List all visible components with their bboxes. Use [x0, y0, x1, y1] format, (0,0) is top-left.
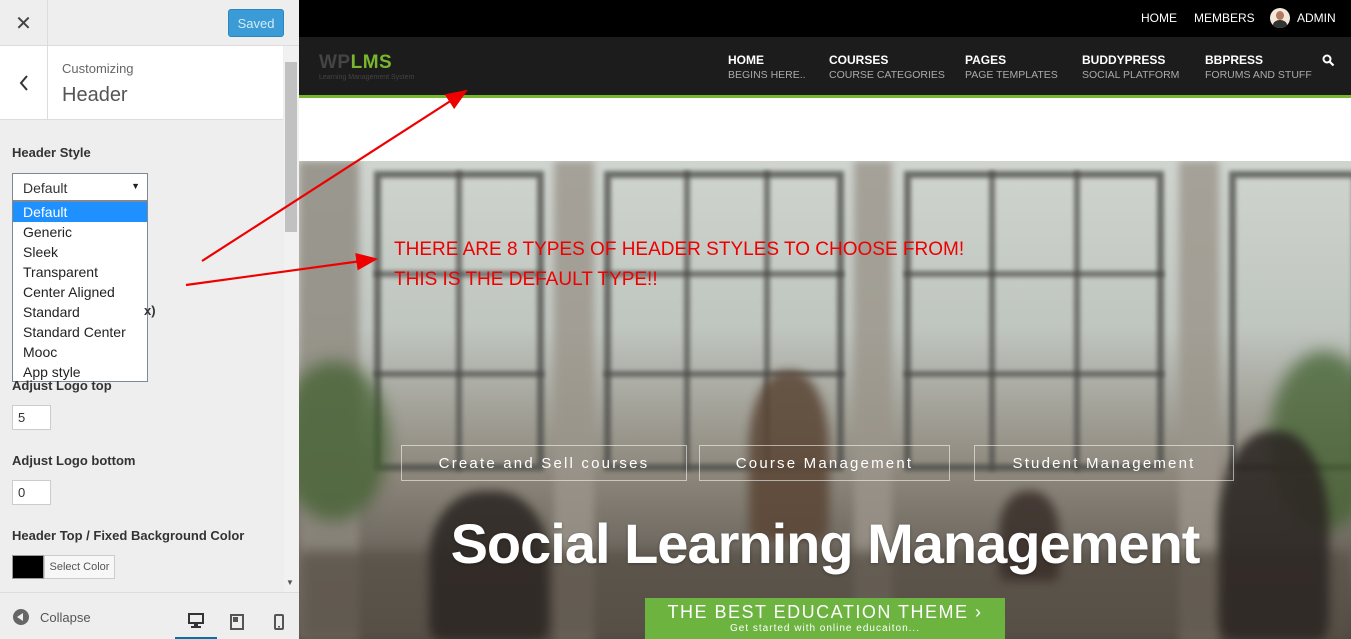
close-customizer-button[interactable]: ✕ — [0, 0, 48, 46]
tablet-preview-button[interactable] — [216, 603, 258, 639]
mobile-icon — [274, 613, 284, 630]
window-transom — [904, 371, 1164, 377]
logo-lms: LMS — [350, 52, 393, 73]
header-style-option[interactable]: Mooc — [13, 342, 147, 362]
site-logo[interactable]: WPLMS — [319, 52, 392, 74]
header-spacer — [299, 101, 1351, 161]
site-topbar: HOME MEMBERS ADMIN — [299, 0, 1351, 37]
nav-sub-label: FORUMS AND STUFF — [1205, 69, 1312, 81]
hero-section: Create and Sell courses Course Managemen… — [299, 161, 1351, 639]
back-button[interactable] — [0, 46, 48, 120]
section-header: Customizing Header — [0, 46, 283, 120]
nav-main-label: BUDDYPRESS — [1082, 53, 1166, 67]
header-style-option[interactable]: Standard Center — [13, 322, 147, 342]
customizer-sidebar: ✕ Saved Customizing Header ▼ Header Styl… — [0, 0, 299, 639]
header-style-option[interactable]: Standard — [13, 302, 147, 322]
header-style-option[interactable]: Center Aligned — [13, 282, 147, 302]
hero-feature-pill[interactable]: Student Management — [974, 445, 1234, 481]
sidebar-footer: Collapse — [0, 592, 299, 639]
logo-bottom-input[interactable]: 0 — [12, 480, 51, 505]
nav-sub-label: PAGE TEMPLATES — [965, 69, 1058, 81]
logo-top-label: Adjust Logo top — [12, 378, 112, 393]
cta-button[interactable]: THE BEST EDUCATION THEME › Get started w… — [645, 598, 1005, 639]
topbar-admin-link[interactable]: ADMIN — [1297, 11, 1336, 25]
header-style-select[interactable]: Default ▼ — [12, 173, 148, 201]
header-style-option[interactable]: Generic — [13, 222, 147, 242]
window-mullion — [456, 171, 462, 471]
window-mullion — [684, 171, 690, 471]
desktop-preview-button[interactable] — [175, 603, 217, 639]
annotation-line: THIS IS THE DEFAULT TYPE!! — [394, 269, 658, 290]
customizing-label: Customizing — [62, 61, 134, 76]
mobile-preview-button[interactable] — [258, 603, 300, 639]
nav-sub-label: BEGINS HERE.. — [728, 69, 806, 81]
collapse-label[interactable]: Collapse — [40, 610, 91, 625]
hero-feature-pill[interactable]: Course Management — [699, 445, 950, 481]
window-mullion — [989, 171, 995, 471]
nav-item-buddypress[interactable]: BUDDYPRESS SOCIAL PLATFORM — [1082, 53, 1179, 81]
tablet-icon — [230, 613, 244, 630]
main-navigation: WPLMS Learning Management System HOME BE… — [299, 37, 1351, 98]
search-icon[interactable] — [1322, 54, 1335, 67]
topbar-members-link[interactable]: MEMBERS — [1194, 11, 1255, 25]
background-window — [904, 171, 1164, 471]
header-style-option[interactable]: Default — [13, 202, 147, 222]
scrollbar-thumb[interactable] — [285, 62, 297, 232]
sidebar-topbar: ✕ Saved — [0, 0, 299, 46]
nav-main-label: HOME — [728, 53, 764, 67]
nav-sub-label: SOCIAL PLATFORM — [1082, 69, 1180, 81]
header-style-option[interactable]: Sleek — [13, 242, 147, 262]
nav-main-label: BBPRESS — [1205, 53, 1264, 67]
header-style-label: Header Style — [12, 145, 91, 160]
bg-color-label: Header Top / Fixed Background Color — [12, 528, 245, 543]
site-preview: HOME MEMBERS ADMIN WPLMS Learning Manage… — [299, 0, 1351, 639]
topbar-home-link[interactable]: HOME — [1141, 11, 1177, 25]
header-style-value: Default — [23, 180, 68, 196]
saved-button[interactable]: Saved — [228, 9, 284, 37]
annotation-line: THERE ARE 8 TYPES OF HEADER STYLES TO CH… — [394, 239, 965, 260]
window-mullion — [1074, 171, 1080, 471]
nav-item-bbpress[interactable]: BBPRESS FORUMS AND STUFF — [1205, 53, 1312, 81]
logo-tagline: Learning Management System — [319, 74, 415, 81]
hero-title: Social Learning Management — [450, 512, 1201, 575]
window-transom — [374, 371, 544, 377]
window-transom — [604, 371, 844, 377]
color-swatch[interactable] — [12, 555, 44, 579]
chevron-left-icon — [19, 75, 28, 91]
desktop-icon — [188, 612, 204, 628]
header-style-option[interactable]: Transparent — [13, 262, 147, 282]
annotation-text: THERE ARE 8 TYPES OF HEADER STYLES TO CH… — [394, 235, 964, 295]
section-title: Header — [62, 84, 128, 106]
logo-bottom-label: Adjust Logo bottom — [12, 453, 136, 468]
logo-top-input[interactable]: 5 — [12, 405, 51, 430]
logo-wp: WP — [319, 52, 351, 73]
obscured-label-fragment: x) — [144, 303, 156, 318]
scroll-down-arrow-icon[interactable]: ▼ — [286, 578, 294, 587]
dropdown-arrow-icon: ▼ — [131, 181, 140, 191]
nav-item-home[interactable]: HOME BEGINS HERE.. — [728, 53, 806, 81]
nav-main-label: COURSES — [829, 53, 889, 67]
nav-sub-label: COURSE CATEGORIES — [829, 69, 945, 81]
avatar[interactable] — [1270, 8, 1290, 28]
nav-main-label: PAGES — [965, 53, 1007, 67]
collapse-icon[interactable] — [13, 609, 29, 625]
nav-item-pages[interactable]: PAGES PAGE TEMPLATES — [965, 53, 1058, 81]
header-style-dropdown: Default Generic Sleek Transparent Center… — [12, 201, 148, 382]
select-color-button[interactable]: Select Color — [44, 555, 115, 579]
hero-feature-pill[interactable]: Create and Sell courses — [401, 445, 687, 481]
cta-sub-label: Get started with online educaiton... — [730, 623, 920, 634]
close-icon: ✕ — [15, 12, 32, 35]
cta-main-label: THE BEST EDUCATION THEME › — [667, 602, 983, 622]
nav-item-courses[interactable]: COURSES COURSE CATEGORIES — [829, 53, 945, 81]
